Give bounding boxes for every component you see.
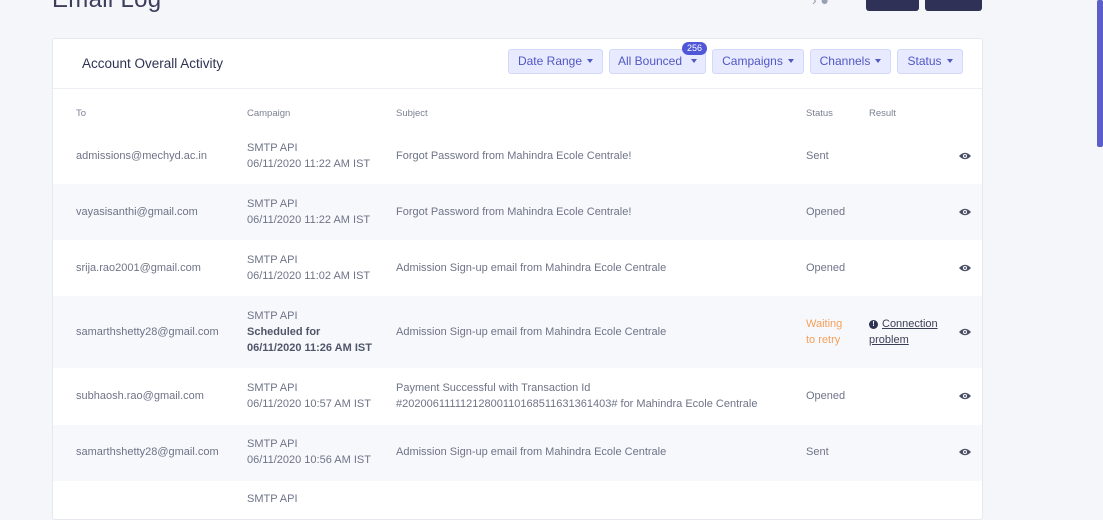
- caret-down-icon: [691, 59, 698, 63]
- caret-down-icon: [787, 59, 794, 63]
- column-header-status[interactable]: Status: [806, 108, 833, 119]
- table-row[interactable]: samarthshetty28@gmail.com SMTP API Sched…: [53, 296, 982, 368]
- caret-down-icon: [946, 59, 953, 63]
- toolbar-icons[interactable]: › ●: [812, 0, 829, 8]
- email-subject: Admission Sign-up email from Mahindra Ec…: [396, 326, 667, 338]
- eye-icon[interactable]: [959, 264, 971, 272]
- table-row[interactable]: SMTP API: [53, 481, 982, 519]
- table-row[interactable]: srija.rao2001@gmail.com SMTP API 06/11/2…: [53, 240, 982, 296]
- campaigns-filter[interactable]: Campaigns: [712, 49, 804, 74]
- email-subject: Admission Sign-up email from Mahindra Ec…: [396, 446, 667, 458]
- table-row[interactable]: subhaosh.rao@gmail.com SMTP API 06/11/20…: [53, 368, 982, 425]
- date-range-filter[interactable]: Date Range: [508, 49, 603, 74]
- campaign-name: SMTP API: [247, 142, 298, 154]
- table-row[interactable]: vayasisanthi@gmail.com SMTP API 06/11/20…: [53, 184, 982, 240]
- eye-icon[interactable]: [959, 328, 971, 336]
- primary-action-button[interactable]: [866, 0, 919, 11]
- status-label: Status: [907, 54, 942, 68]
- activity-card: Account Overall Activity Date Range All …: [52, 38, 983, 520]
- recipient-email: subhaosh.rao@gmail.com: [76, 390, 204, 402]
- status-text: Opened: [806, 390, 846, 402]
- page-scrollbar[interactable]: [1097, 0, 1103, 147]
- info-icon: !: [869, 320, 878, 329]
- all-bounced-label: All Bounced: [617, 54, 683, 68]
- result-connection-problem[interactable]: ! Connection: [869, 316, 938, 332]
- card-header: Account Overall Activity Date Range All …: [53, 39, 982, 89]
- secondary-action-button[interactable]: [925, 0, 982, 11]
- recipient-email: samarthshetty28@gmail.com: [76, 326, 219, 338]
- email-subject: Payment Successful with Transaction Id: [396, 382, 591, 394]
- column-header-to[interactable]: To: [76, 108, 86, 119]
- caret-down-icon: [587, 59, 594, 63]
- sent-date: 06/11/2020 10:56 AM IST: [247, 454, 371, 466]
- campaign-name: SMTP API: [247, 382, 298, 394]
- status-text-continued: to retry: [806, 334, 841, 346]
- sent-date: 06/11/2020 11:22 AM IST: [247, 214, 371, 226]
- status-filter[interactable]: Status: [897, 49, 963, 74]
- eye-icon[interactable]: [959, 208, 971, 216]
- campaign-name: SMTP API: [247, 438, 298, 450]
- recipient-email: vayasisanthi@gmail.com: [76, 206, 198, 218]
- caret-down-icon: [875, 59, 882, 63]
- table-row[interactable]: admissions@mechyd.ac.in SMTP API 06/11/2…: [53, 128, 982, 184]
- campaign-name: SMTP API: [247, 198, 298, 210]
- campaigns-label: Campaigns: [722, 54, 783, 68]
- card-title: Account Overall Activity: [82, 56, 224, 71]
- result-link-text: Connection: [882, 318, 938, 330]
- scheduled-date: 06/11/2020 11:26 AM IST: [247, 342, 372, 354]
- sent-date: 06/11/2020 10:57 AM IST: [247, 398, 371, 410]
- status-text: Waiting: [806, 318, 843, 330]
- status-text: Opened: [806, 262, 846, 274]
- table-row[interactable]: samarthshetty28@gmail.com SMTP API 06/11…: [53, 425, 982, 481]
- date-range-label: Date Range: [517, 54, 583, 68]
- sent-date: 06/11/2020 11:22 AM IST: [247, 158, 371, 170]
- column-header-result[interactable]: Result: [869, 108, 896, 119]
- email-subject: Forgot Password from Mahindra Ecole Cent…: [396, 206, 632, 218]
- campaign-name: SMTP API: [247, 254, 298, 266]
- recipient-email: admissions@mechyd.ac.in: [76, 150, 207, 162]
- email-subject-continued: #20200611111212800110168511631361403# fo…: [396, 398, 758, 410]
- page-title: Email Log: [52, 0, 161, 14]
- eye-icon[interactable]: [959, 152, 971, 160]
- campaign-name: SMTP API: [247, 310, 298, 322]
- campaign-name: SMTP API: [247, 493, 298, 505]
- bounced-count-badge: 256: [682, 42, 707, 55]
- column-header-campaign[interactable]: Campaign: [247, 108, 290, 119]
- status-text: Opened: [806, 206, 846, 218]
- sent-date: 06/11/2020 11:02 AM IST: [247, 270, 371, 282]
- recipient-email: samarthshetty28@gmail.com: [76, 446, 219, 458]
- eye-icon[interactable]: [959, 392, 971, 400]
- email-subject: Forgot Password from Mahindra Ecole Cent…: [396, 150, 632, 162]
- eye-icon[interactable]: [959, 448, 971, 456]
- channels-filter[interactable]: Channels: [810, 49, 891, 74]
- status-text: Sent: [806, 446, 829, 458]
- channels-label: Channels: [819, 54, 871, 68]
- email-subject: Admission Sign-up email from Mahindra Ec…: [396, 262, 667, 274]
- result-link-text-continued[interactable]: problem: [869, 332, 909, 348]
- status-text: Sent: [806, 150, 829, 162]
- scheduled-label: Scheduled for: [247, 326, 321, 338]
- recipient-email: srija.rao2001@gmail.com: [76, 262, 201, 274]
- column-header-subject[interactable]: Subject: [396, 108, 428, 119]
